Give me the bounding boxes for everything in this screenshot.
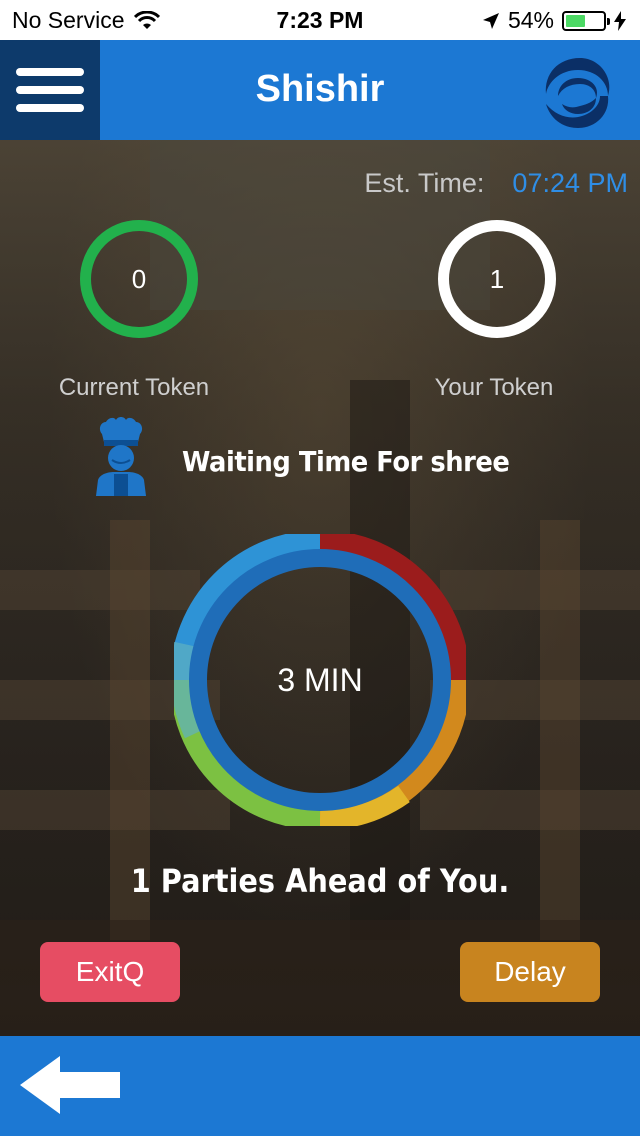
status-right: 54% <box>482 7 626 34</box>
your-token-ring: 1 <box>438 220 556 338</box>
current-token-value: 0 <box>131 263 147 294</box>
back-arrow-icon[interactable] <box>18 1054 122 1116</box>
battery-icon <box>562 10 610 31</box>
status-bar: No Service 7:23 PM 54% <box>0 0 640 40</box>
delay-button[interactable]: Delay <box>460 942 600 1002</box>
est-time-label: Est. Time: <box>364 168 485 198</box>
app-header: Shishir <box>0 40 640 140</box>
charging-bolt-icon <box>614 10 626 31</box>
swirl-logo-icon[interactable] <box>538 52 622 132</box>
location-arrow-icon <box>482 12 499 29</box>
bottom-bar <box>0 1036 640 1136</box>
battery-percent: 54% <box>507 7 554 33</box>
battery-nub <box>607 17 610 25</box>
current-token-label: Current Token <box>58 374 210 401</box>
wait-time-value: 3 MIN <box>277 661 363 698</box>
your-token-label: Your Token <box>434 374 554 401</box>
main-content: Est. Time: 07:24 PM 0 Current Token 1 Yo… <box>0 140 640 1036</box>
exit-queue-button[interactable]: ExitQ <box>40 942 180 1002</box>
your-token-value: 1 <box>489 263 505 294</box>
current-token-ring: 0 <box>80 220 198 338</box>
parties-ahead-text: 1 Parties Ahead of You. <box>130 862 510 900</box>
estimated-time: Est. Time: 07:24 PM <box>364 168 628 199</box>
est-time-value: 07:24 PM <box>512 168 628 198</box>
waiting-time-title: Waiting Time For shree <box>182 445 510 478</box>
chef-icon <box>96 417 146 496</box>
battery-level <box>566 14 586 27</box>
